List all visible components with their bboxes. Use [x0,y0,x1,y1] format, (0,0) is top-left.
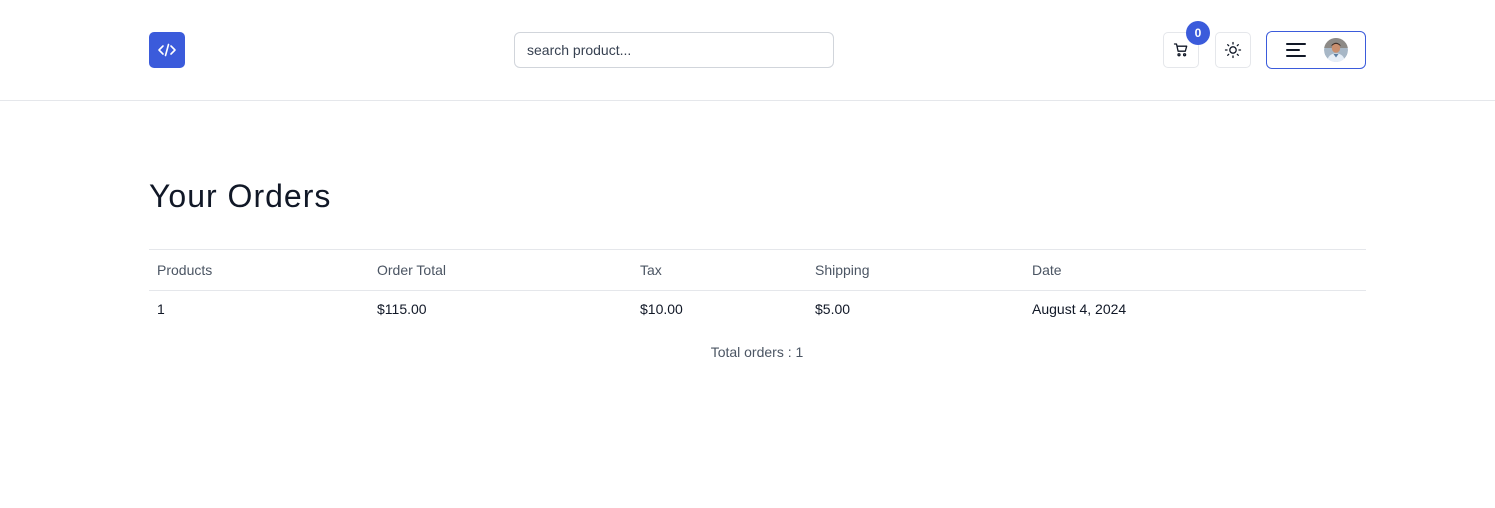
sun-icon [1224,41,1242,59]
cart-count-badge: 0 [1186,21,1210,45]
table-row: 1 $115.00 $10.00 $5.00 August 4, 2024 [149,291,1366,328]
page-title: Your Orders [149,178,332,214]
cell-products: 1 [157,301,165,318]
logo-link[interactable] [149,32,185,68]
avatar [1324,38,1348,62]
theme-toggle-button[interactable] [1215,32,1251,68]
cell-tax: $10.00 [640,301,683,318]
code-brackets-icon [158,43,176,57]
site-header: 0 [0,0,1495,101]
orders-table: Products Order Total Tax Shipping Date 1… [149,249,1366,328]
cell-date: August 4, 2024 [1032,301,1127,318]
column-header-order-total: Order Total [369,249,632,291]
column-header-shipping: Shipping [807,249,1024,291]
search-input[interactable] [514,32,834,68]
cell-shipping: $5.00 [815,301,851,318]
table-header-row: Products Order Total Tax Shipping Date [149,249,1366,291]
column-header-date: Date [1024,249,1366,291]
cart-icon [1173,43,1188,57]
column-header-tax: Tax [632,249,807,291]
column-header-products: Products [149,249,369,291]
cell-order-total: $115.00 [377,301,427,318]
total-orders-count: Total orders : 1 [710,344,804,360]
hamburger-icon [1286,43,1306,57]
user-menu-button[interactable] [1266,31,1366,69]
